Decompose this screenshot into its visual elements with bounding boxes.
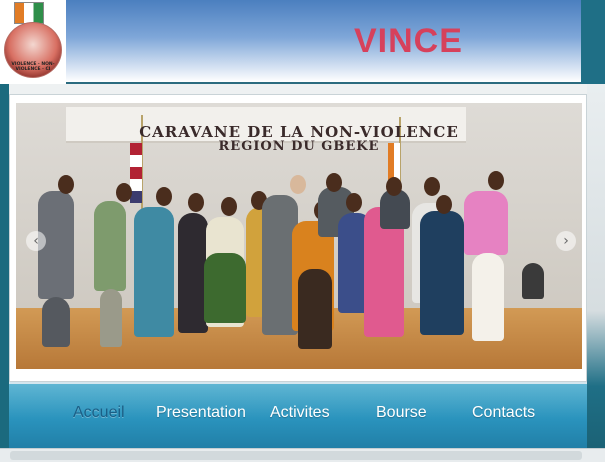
image-slider: CARAVANE DE LA NON-VIOLENCE REGION DU GB… — [9, 94, 587, 382]
page: VIOLENCE · NON-VIOLENCE · CI VINCE CARAV… — [0, 0, 605, 462]
logo-caption: VIOLENCE · NON-VIOLENCE · CI — [11, 62, 55, 72]
nav-item-presentation[interactable]: Presentation — [156, 404, 246, 422]
left-edge-bar — [0, 84, 9, 462]
header-right-edge — [581, 0, 605, 84]
scrollbar-thumb[interactable] — [10, 451, 582, 460]
slider-next-icon[interactable]: › — [556, 231, 576, 251]
nav-item-contacts[interactable]: Contacts — [472, 404, 535, 422]
nav-item-bourse[interactable]: Bourse — [376, 404, 427, 422]
flag-icon — [14, 2, 44, 24]
main-nav: Accueil Presentation Activites Bourse Co… — [9, 382, 587, 448]
slide-photo: CARAVANE DE LA NON-VIOLENCE REGION DU GB… — [16, 103, 582, 369]
site-header: VIOLENCE · NON-VIOLENCE · CI VINCE — [0, 0, 582, 84]
site-logo[interactable]: VIOLENCE · NON-VIOLENCE · CI — [0, 0, 66, 84]
banner-text-line2: REGION DU GBEKE — [218, 139, 380, 154]
slider-prev-icon[interactable]: ‹ — [26, 231, 46, 251]
nav-item-activites[interactable]: Activites — [270, 404, 330, 422]
right-edge-bar — [587, 84, 605, 462]
nav-item-accueil[interactable]: Accueil — [73, 404, 125, 422]
horizontal-scrollbar[interactable] — [0, 448, 605, 462]
site-title: VINCE — [354, 22, 463, 60]
